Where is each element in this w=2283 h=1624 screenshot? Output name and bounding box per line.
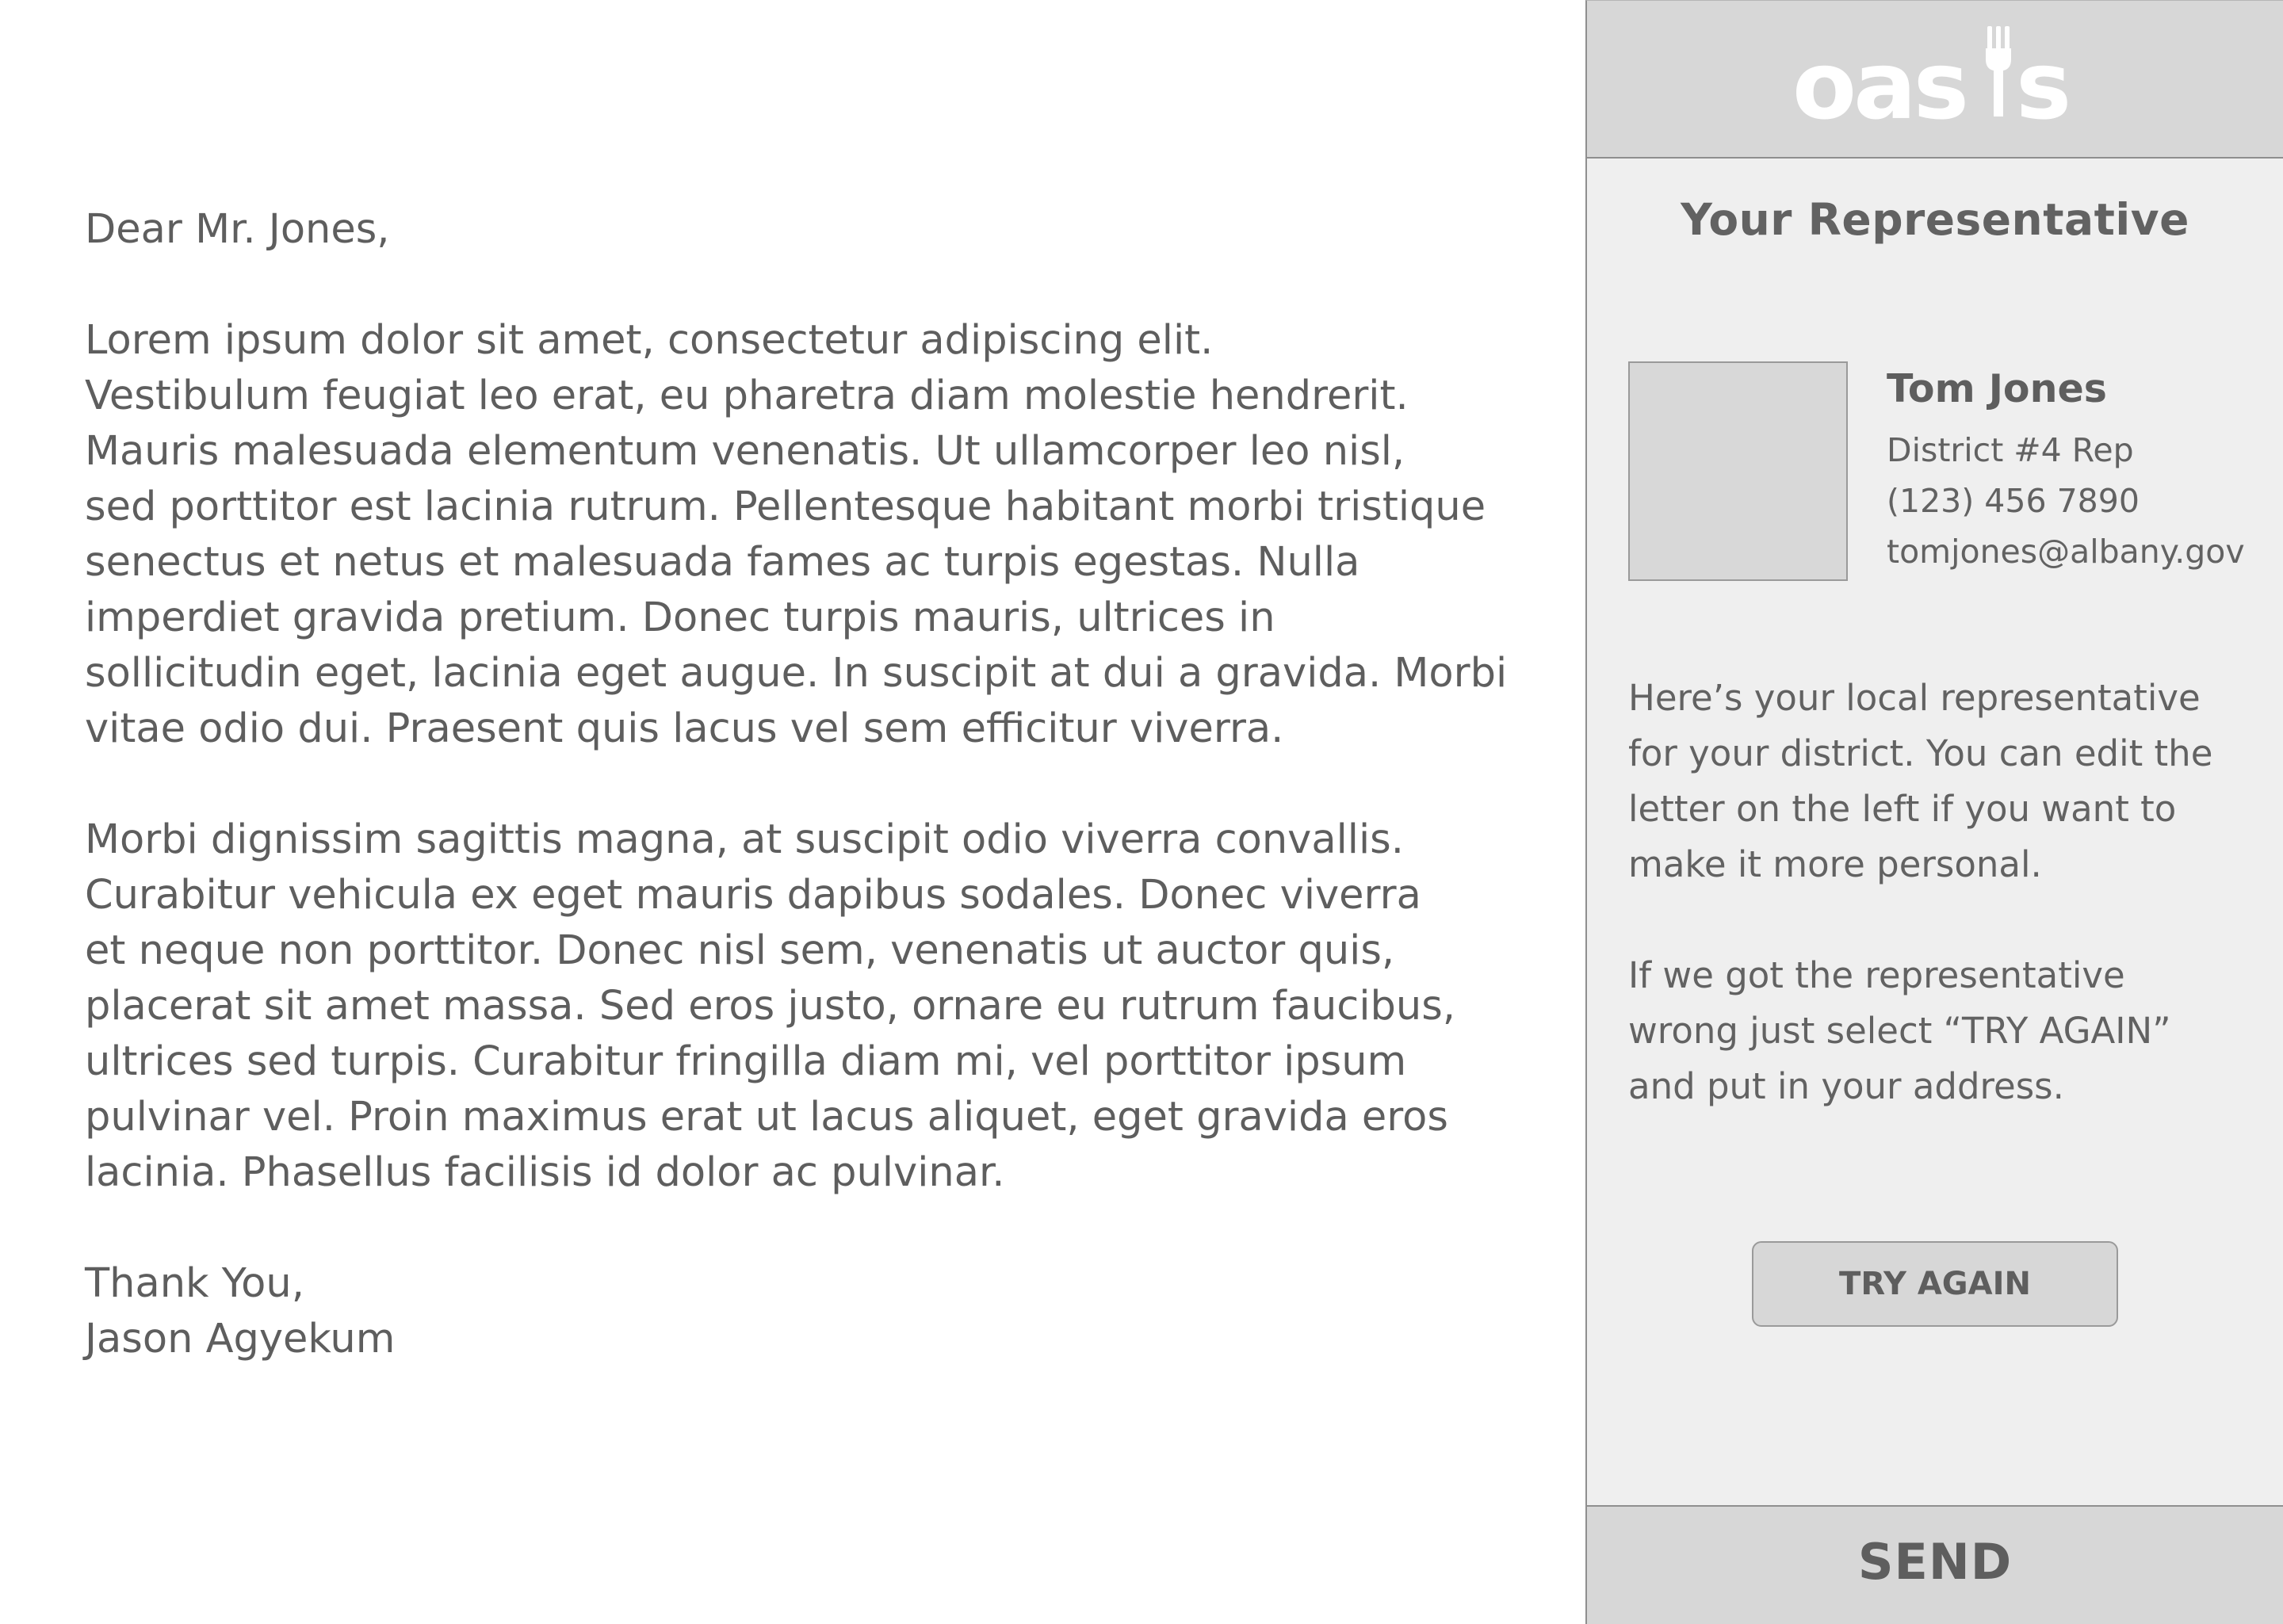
- letter-line: vitae odio dui. Praesent quis lacus vel …: [85, 705, 1284, 752]
- info-line: Here’s your local representative: [1628, 677, 2201, 719]
- letter-line: senectus et netus et malesuada fames ac …: [85, 539, 1360, 586]
- info-line: If we got the representative: [1628, 954, 2125, 996]
- letter-line: Lorem ipsum dolor sit amet, consectetur …: [85, 317, 1214, 364]
- info-line: make it more personal.: [1628, 843, 2042, 885]
- info-line: and put in your address.: [1628, 1065, 2064, 1107]
- oasis-logo: oas s: [1587, 25, 2283, 128]
- letter-line: Mauris malesuada elementum venenatis. Ut…: [85, 428, 1405, 475]
- svg-text:s: s: [2016, 31, 2071, 128]
- letter-editor[interactable]: Dear Mr. Jones, Lorem ipsum dolor sit am…: [0, 0, 1585, 1623]
- send-button[interactable]: SEND: [1587, 1505, 2283, 1624]
- letter-line: imperdiet gravida pretium. Donec turpis …: [85, 594, 1275, 641]
- letter-body[interactable]: Dear Mr. Jones, Lorem ipsum dolor sit am…: [85, 202, 1575, 1367]
- try-again-button[interactable]: TRY AGAIN: [1752, 1241, 2118, 1327]
- letter-closing: Thank You,: [85, 1260, 304, 1307]
- letter-line: ultrices sed turpis. Curabitur fringilla…: [85, 1038, 1407, 1085]
- letter-signature: Jason Agyekum: [85, 1316, 396, 1362]
- letter-line: lacinia. Phasellus facilisis id dolor ac…: [85, 1149, 1005, 1196]
- letter-line: sed porttitor est lacinia rutrum. Pellen…: [85, 483, 1486, 530]
- representative-phone: (123) 456 7890: [1887, 482, 2140, 520]
- letter-line: sollicitudin eget, lacinia eget augue. I…: [85, 650, 1508, 697]
- letter-line: placerat sit amet massa. Sed eros justo,…: [85, 983, 1455, 1030]
- fork-icon: [1986, 26, 2011, 117]
- representative-email: tomjones@albany.gov: [1887, 533, 2245, 571]
- letter-paragraph-1: Lorem ipsum dolor sit amet, consectetur …: [85, 313, 1575, 757]
- panel-title: Your Representative: [1681, 194, 2189, 245]
- info-line: for your district. You can edit the: [1628, 732, 2213, 774]
- representative-photo: [1628, 361, 1848, 581]
- letter-greeting: Dear Mr. Jones,: [85, 206, 390, 253]
- representative-info: Tom Jones District #4 Rep (123) 456 7890…: [1887, 361, 2275, 577]
- letter-line: Curabitur vehicula ex eget mauris dapibu…: [85, 872, 1421, 919]
- representative-role: District #4 Rep: [1887, 431, 2134, 469]
- svg-text:oas: oas: [1792, 31, 1966, 128]
- letter-paragraph-2: Morbi dignissim sagittis magna, at susci…: [85, 812, 1575, 1201]
- letter-line: pulvinar vel. Proin maximus erat ut lacu…: [85, 1094, 1448, 1141]
- letter-line: Morbi dignissim sagittis magna, at susci…: [85, 816, 1404, 863]
- info-line: wrong just select “TRY AGAIN”: [1628, 1010, 2171, 1052]
- panel-info-text: Here’s your local representative for you…: [1628, 671, 2262, 1114]
- panel-header: oas s: [1587, 1, 2283, 159]
- info-line: letter on the left if you want to: [1628, 788, 2177, 830]
- oasis-logo-mark: oas s: [1792, 26, 2071, 128]
- letter-line: Vestibulum feugiat leo erat, eu pharetra…: [85, 373, 1409, 419]
- representative-name: Tom Jones: [1887, 366, 2107, 411]
- representative-panel: oas s Your Representative Tom Jones Dist…: [1585, 0, 2283, 1624]
- letter-line: et neque non porttitor. Donec nisl sem, …: [85, 927, 1395, 974]
